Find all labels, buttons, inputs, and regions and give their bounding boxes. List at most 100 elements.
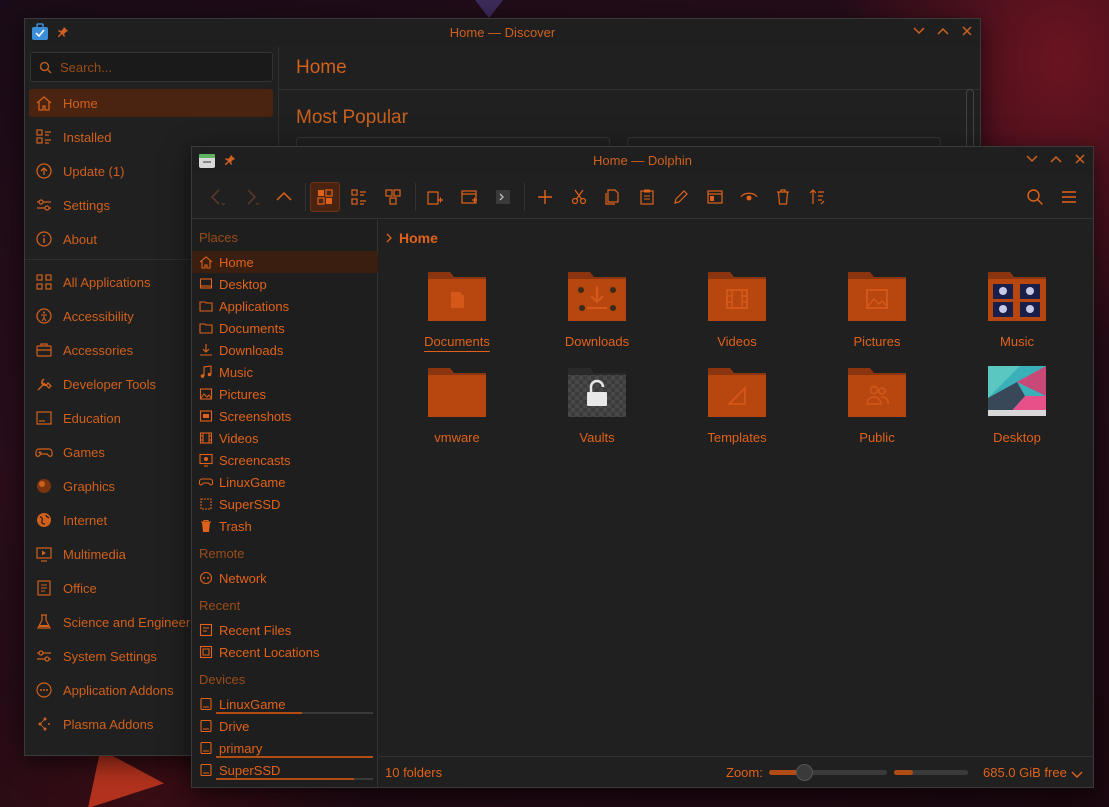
device-item-primary[interactable]: primary (192, 737, 378, 759)
toolbar (192, 175, 1093, 219)
accessories-icon (35, 341, 53, 359)
breadcrumb-home[interactable]: Home (399, 230, 438, 246)
device-label: LinuxGame (219, 696, 286, 712)
places-item-screenshots[interactable]: Screenshots (192, 405, 378, 427)
details-view-button[interactable] (378, 182, 408, 212)
file-item-desktop[interactable]: Desktop (967, 364, 1067, 445)
places-item-music[interactable]: Music (192, 361, 378, 383)
addons-icon (35, 681, 53, 699)
developer-tools-icon (35, 375, 53, 393)
file-item-videos[interactable]: Videos (687, 268, 787, 349)
file-label: vmware (434, 430, 480, 445)
preview-button[interactable] (734, 182, 764, 212)
file-item-pictures[interactable]: Pictures (827, 268, 927, 349)
hamburger-menu-button[interactable] (1054, 182, 1084, 212)
close-button[interactable] (960, 22, 974, 40)
dolphin-window: Home — Dolphin Places Home Desktop Appli… (191, 146, 1094, 788)
file-view[interactable]: Home Documents Downloads Videos Pictures… (379, 220, 1093, 756)
window-title: Home — Discover (449, 25, 556, 40)
divider (524, 183, 525, 211)
icons-view-button[interactable] (310, 182, 340, 212)
search-button[interactable] (1020, 182, 1050, 212)
category-label: Science and Engineering (63, 614, 208, 630)
file-item-vaults[interactable]: Vaults (547, 364, 647, 445)
zoom-slider-handle[interactable] (795, 764, 813, 781)
installed-icon (35, 128, 53, 146)
places-item-home[interactable]: Home (192, 251, 378, 273)
scrollbar[interactable] (966, 89, 974, 149)
places-item-downloads[interactable]: Downloads (192, 339, 378, 361)
file-item-vmware[interactable]: vmware (407, 364, 507, 445)
sort-button[interactable] (802, 182, 832, 212)
folder-documents-icon (427, 268, 487, 322)
file-item-public[interactable]: Public (827, 364, 927, 445)
places-item-recent-locations[interactable]: Recent Locations (192, 641, 378, 663)
maximize-button[interactable] (1049, 150, 1063, 168)
device-item-linuxgame[interactable]: LinuxGame (192, 693, 378, 715)
zoom-slider[interactable] (769, 764, 887, 781)
category-label: Internet (63, 512, 108, 528)
picture-icon (199, 387, 213, 401)
folder-music-icon (987, 268, 1047, 322)
search-field[interactable] (30, 52, 273, 82)
file-item-templates[interactable]: Templates (687, 364, 787, 445)
file-label: Videos (717, 334, 757, 349)
divider (415, 183, 416, 211)
compact-view-button[interactable] (344, 182, 374, 212)
places-item-recent-files[interactable]: Recent Files (192, 619, 378, 641)
forward-button[interactable] (236, 182, 266, 212)
device-usage-bar (216, 756, 373, 758)
places-item-linuxgame[interactable]: LinuxGame (192, 471, 378, 493)
folder-icon (199, 299, 213, 313)
properties-button[interactable] (700, 182, 730, 212)
education-icon (35, 409, 53, 427)
chevron-down-icon[interactable] (1071, 767, 1083, 782)
back-button[interactable] (202, 182, 232, 212)
file-item-music[interactable]: Music (967, 268, 1067, 349)
device-item-drive[interactable]: Drive (192, 715, 378, 737)
disk-usage-bar (894, 770, 968, 775)
wallpaper-shard (475, 0, 503, 18)
places-item-label: Applications (219, 298, 290, 314)
places-item-pictures[interactable]: Pictures (192, 383, 378, 405)
copy-button[interactable] (598, 182, 628, 212)
paste-button[interactable] (632, 182, 662, 212)
titlebar[interactable]: Home — Discover (25, 19, 980, 45)
file-item-documents[interactable]: Documents (407, 268, 507, 349)
create-new-button[interactable] (530, 182, 560, 212)
places-item-network[interactable]: Network (192, 567, 378, 589)
places-item-applications[interactable]: Applications (192, 295, 378, 317)
places-item-trash[interactable]: Trash (192, 515, 378, 537)
file-item-downloads[interactable]: Downloads (547, 268, 647, 349)
places-item-documents[interactable]: Documents (192, 317, 378, 339)
close-button[interactable] (1073, 150, 1087, 168)
titlebar[interactable]: Home — Dolphin (192, 147, 1093, 173)
places-item-videos[interactable]: Videos (192, 427, 378, 449)
up-button[interactable] (269, 182, 299, 212)
screenshot-icon (199, 409, 213, 423)
new-tab-button[interactable] (420, 182, 450, 212)
info-icon (35, 230, 53, 248)
places-item-superssd[interactable]: SuperSSD (192, 493, 378, 515)
places-item-label: Music (219, 364, 253, 380)
maximize-button[interactable] (936, 22, 950, 40)
places-item-screencasts[interactable]: Screencasts (192, 449, 378, 471)
minimize-button[interactable] (1025, 150, 1039, 168)
category-label: All Applications (63, 274, 151, 290)
minimize-button[interactable] (912, 22, 926, 40)
search-input[interactable] (60, 59, 250, 75)
sidebar-item-home[interactable]: Home (29, 89, 273, 117)
trash-button[interactable] (768, 182, 798, 212)
multimedia-icon (35, 545, 53, 563)
home-icon (199, 255, 213, 269)
places-item-desktop[interactable]: Desktop (192, 273, 378, 295)
device-item-superssd[interactable]: SuperSSD (192, 759, 378, 781)
cut-button[interactable] (564, 182, 594, 212)
desktop-wallpaper-icon (987, 364, 1047, 418)
breadcrumb[interactable]: Home (385, 230, 438, 246)
terminal-button[interactable] (488, 182, 518, 212)
rename-button[interactable] (666, 182, 696, 212)
trash-icon (199, 519, 213, 533)
new-window-button[interactable] (454, 182, 484, 212)
desktop-icon (199, 277, 213, 291)
